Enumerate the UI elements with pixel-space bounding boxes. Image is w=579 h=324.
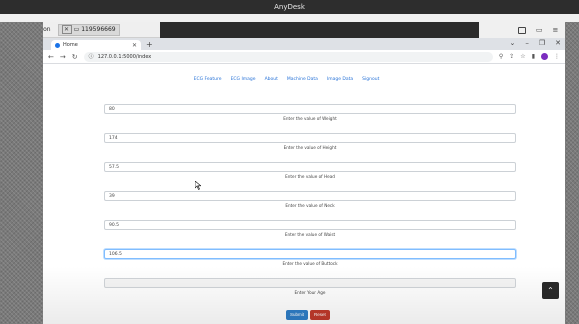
close-tab-icon[interactable]: ✕	[132, 42, 137, 49]
buttock-field[interactable]: 106.5	[104, 249, 516, 259]
url-field[interactable]: ⓘ 127.0.0.1:5000/index	[83, 51, 493, 62]
menu-icon[interactable]: ≡	[553, 26, 559, 34]
remote-id-label: 119596669	[81, 26, 116, 33]
nav-ecg-image[interactable]: ECG Image	[231, 77, 256, 82]
form-buttons: Submit Reset	[286, 310, 330, 320]
info-icon[interactable]: ⓘ	[89, 53, 94, 60]
anydesk-title: AnyDesk	[274, 3, 305, 11]
waist-caption: Enter the value of Waist	[284, 232, 336, 237]
nav-image-data[interactable]: Image Data	[327, 77, 353, 82]
close-session-icon[interactable]: ✕	[61, 25, 72, 34]
anydesk-toolbar-strip	[0, 14, 579, 22]
nav-ecg-feature[interactable]: ECG Feature	[194, 77, 222, 82]
scroll-to-top-button[interactable]: ⌃	[542, 282, 559, 299]
new-tab-icon[interactable]: +	[146, 40, 153, 50]
anydesk-controls: ▭ ≡ ϟ	[479, 22, 579, 38]
profile-avatar[interactable]	[541, 53, 548, 60]
remote-desktop-left-margin	[0, 22, 43, 324]
display-icon: ▭	[73, 26, 80, 33]
restore-icon[interactable]: ❐	[539, 39, 545, 47]
browser-tabstrip: Home ✕ + ⌄ – ❐ ✕	[43, 38, 565, 50]
address-bar-row: ← → ↻ ⓘ 127.0.0.1:5000/index ⚲ ⇪ ☆ ▮ ⋮	[43, 50, 565, 64]
forward-icon[interactable]: →	[60, 53, 66, 61]
sidebar-icon[interactable]: ▮	[532, 53, 535, 60]
mouse-cursor-icon	[195, 181, 201, 190]
weight-field[interactable]: 80	[104, 104, 516, 114]
chat-icon[interactable]: ▭	[536, 26, 543, 34]
nav-signout[interactable]: Signout	[362, 77, 379, 82]
minimize-icon[interactable]: –	[525, 39, 529, 47]
browser-window: Home ✕ + ⌄ – ❐ ✕ ← → ↻ ⓘ 127.0.0.1:5000/…	[43, 38, 565, 324]
favicon-icon	[55, 42, 60, 48]
nav-about[interactable]: About	[265, 77, 278, 82]
age-caption: Enter Your Age	[294, 290, 326, 295]
remote-desktop-right-margin	[565, 22, 579, 324]
chevron-down-icon[interactable]: ⌄	[509, 39, 515, 47]
anydesk-title-bar: AnyDesk	[0, 0, 579, 14]
share-icon[interactable]: ⇪	[509, 53, 514, 60]
submit-button[interactable]: Submit	[286, 310, 309, 320]
head-field[interactable]: 57.5	[104, 162, 516, 172]
buttock-caption: Enter the value of Buttock	[282, 261, 338, 266]
browser-tab-title: Home	[63, 42, 78, 48]
kebab-menu-icon[interactable]: ⋮	[554, 53, 560, 60]
zoom-icon[interactable]: ⚲	[499, 53, 503, 60]
browser-tab-home[interactable]: Home ✕	[51, 40, 141, 50]
window-controls: ⌄ – ❐ ✕	[509, 39, 561, 47]
back-icon[interactable]: ←	[48, 53, 54, 61]
monitor-icon[interactable]	[517, 26, 526, 34]
close-window-icon[interactable]: ✕	[555, 39, 561, 47]
measurement-form: 80 Enter the value of Weight 174 Enter t…	[104, 104, 516, 307]
reload-icon[interactable]: ↻	[72, 53, 78, 61]
reset-button[interactable]: Reset	[310, 310, 330, 320]
height-field[interactable]: 174	[104, 133, 516, 143]
remote-session-tab[interactable]: ✕ ▭ 119596669	[57, 23, 120, 36]
age-field[interactable]	[104, 278, 516, 288]
neck-field[interactable]: 39	[104, 191, 516, 201]
url-text: 127.0.0.1:5000/index	[97, 53, 152, 60]
weight-caption: Enter the value of Weight	[283, 116, 337, 121]
chevron-up-icon: ⌃	[547, 286, 554, 295]
head-caption: Enter the value of Head	[285, 174, 335, 179]
waist-field[interactable]: 90.5	[104, 220, 516, 230]
site-navbar: ECG Feature ECG Image About Machine Data…	[43, 64, 565, 94]
height-caption: Enter the value of Height	[283, 145, 337, 150]
bookmark-star-icon[interactable]: ☆	[520, 53, 525, 60]
neck-caption: Enter the value of Neck	[285, 203, 335, 208]
nav-machine-data[interactable]: Machine Data	[287, 77, 318, 82]
